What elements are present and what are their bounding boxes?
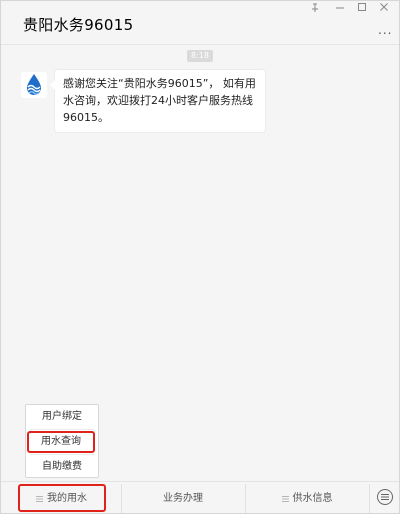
more-options-icon[interactable]: ... (378, 23, 392, 37)
maximize-icon[interactable] (357, 2, 367, 16)
highlight-box (18, 484, 106, 512)
tab-divider (245, 484, 246, 513)
menu-list-icon (281, 496, 289, 502)
avatar[interactable] (21, 72, 47, 98)
message-timestamp: 8:18 (187, 50, 213, 62)
menu-item-water-query[interactable]: 用水查询 (27, 431, 95, 453)
close-icon[interactable] (379, 2, 389, 16)
tab-divider (369, 484, 370, 513)
pin-icon[interactable] (310, 3, 320, 17)
minimize-icon[interactable] (335, 3, 345, 17)
menu-divider (30, 429, 94, 430)
menu-item-self-pay[interactable]: 自助缴费 (26, 455, 98, 479)
tab-label: 业务办理 (163, 493, 203, 504)
tab-divider (121, 484, 122, 513)
chat-window: 贵阳水务96015 ... 8:18 感谢您关注“贵阳水务96015”， 如有用 (0, 0, 400, 514)
tab-business[interactable]: 业务办理 (123, 482, 243, 513)
message-bubble: 感谢您关注“贵阳水务96015”， 如有用水咨询，欢迎拨打24小时客户服务热线9… (50, 70, 265, 132)
menu-item-bind-user[interactable]: 用户绑定 (26, 405, 98, 429)
keyboard-toggle-icon[interactable] (377, 489, 393, 505)
chat-header: 贵阳水务96015 ... (1, 1, 399, 45)
submenu-popup: 用户绑定 用水查询 自助缴费 (25, 404, 99, 478)
tab-label: 供水信息 (292, 493, 333, 504)
tab-water-info[interactable]: 供水信息 (247, 482, 367, 513)
water-logo-icon (21, 72, 47, 98)
chat-title: 贵阳水务96015 (23, 16, 134, 34)
